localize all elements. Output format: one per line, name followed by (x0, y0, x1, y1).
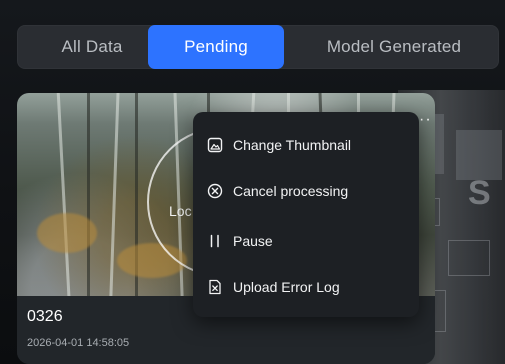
background-letter: S (468, 174, 491, 212)
tree-trunk (87, 93, 90, 296)
tab-pending[interactable]: Pending (148, 25, 284, 69)
tab-model-generated[interactable]: Model Generated (293, 25, 495, 69)
screen: All Data Pending Model Generated S Loc ·… (0, 0, 505, 364)
menu-item-label: Change Thumbnail (233, 137, 352, 153)
background-window (448, 240, 490, 276)
foliage (37, 213, 97, 253)
loading-label: Loc (169, 203, 192, 219)
tree-trunk (56, 93, 71, 296)
card-title: 0326 (27, 308, 63, 325)
error-log-icon (207, 279, 223, 295)
menu-item-pause[interactable]: Pause (207, 229, 273, 253)
filter-tab-bar: All Data Pending Model Generated (17, 25, 499, 69)
context-menu: Change Thumbnail Cancel processing Pause (193, 112, 419, 317)
menu-item-upload-error-log[interactable]: Upload Error Log (207, 275, 340, 299)
menu-item-label: Upload Error Log (233, 279, 340, 295)
menu-item-cancel-processing[interactable]: Cancel processing (207, 179, 348, 203)
menu-item-change-thumbnail[interactable]: Change Thumbnail (207, 133, 351, 157)
cancel-circle-icon (207, 183, 223, 199)
menu-item-label: Pause (233, 233, 273, 249)
background-block (456, 130, 502, 180)
card-date: 2026-04-01 14:58:05 (27, 337, 130, 349)
more-options-icon[interactable]: ·· (419, 111, 432, 129)
image-icon (207, 137, 223, 153)
menu-item-label: Cancel processing (233, 183, 349, 199)
pause-icon (207, 233, 223, 249)
tab-all-data[interactable]: All Data (32, 25, 152, 69)
